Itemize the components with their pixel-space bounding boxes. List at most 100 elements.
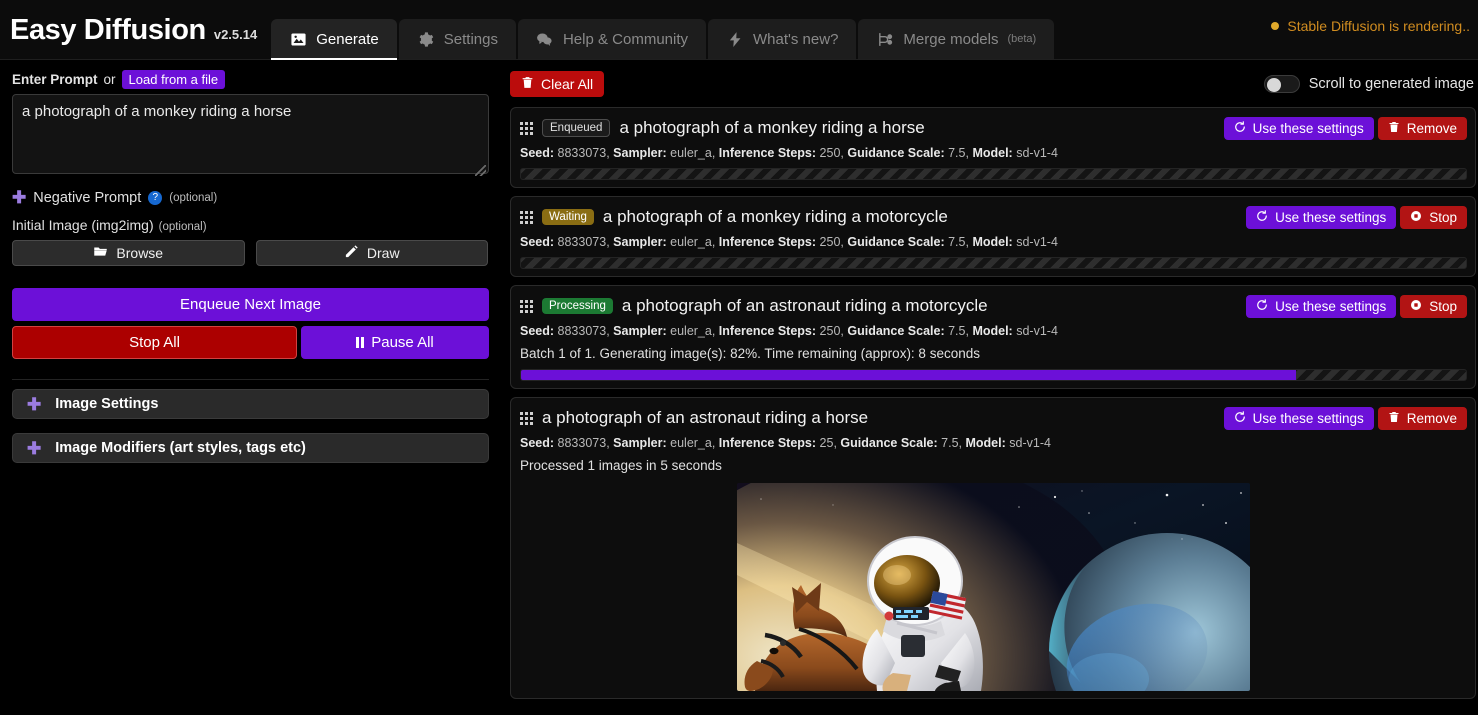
prompt-wrap xyxy=(12,94,489,179)
guidance-value: 7.5 xyxy=(948,235,965,249)
seed-value: 8833073 xyxy=(558,146,607,160)
tab-settings[interactable]: Settings xyxy=(399,19,516,59)
initial-image-optional: (optional) xyxy=(159,221,207,233)
negative-prompt-toggle[interactable]: ✚ Negative Prompt ? (optional) xyxy=(12,189,488,206)
sampler-value: euler_a xyxy=(670,436,712,450)
draw-button[interactable]: Draw xyxy=(256,240,489,266)
tab-merge-models[interactable]: Merge models (beta) xyxy=(858,19,1054,59)
use-these-settings-button[interactable]: Use these settings xyxy=(1224,407,1374,430)
seed-label: Seed: xyxy=(520,324,554,338)
app-version: v2.5.14 xyxy=(214,27,257,42)
bolt-icon xyxy=(726,30,744,48)
guidance-value: 7.5 xyxy=(948,146,965,160)
steps-label: Inference Steps: xyxy=(719,436,816,450)
trash-icon xyxy=(1388,411,1400,426)
app-title: Easy Diffusion xyxy=(10,16,206,45)
prompt-label: Enter Prompt xyxy=(12,72,98,87)
remove-task-button[interactable]: Remove xyxy=(1378,117,1467,140)
task-metadata: Seed: 8833073, Sampler: euler_a, Inferen… xyxy=(520,324,1467,338)
tab-whats-new-label: What's new? xyxy=(753,31,838,48)
model-value: sd-v1-4 xyxy=(1016,324,1058,338)
drag-handle-icon[interactable] xyxy=(520,412,533,425)
initial-image-label: Initial Image (img2img) xyxy=(12,217,154,233)
right-panel: Clear All Scroll to generated image Enqu… xyxy=(500,60,1478,715)
seed-value: 8833073 xyxy=(558,324,607,338)
toggle-knob xyxy=(1267,78,1281,92)
drag-handle-icon[interactable] xyxy=(520,211,533,224)
sampler-label: Sampler: xyxy=(613,436,667,450)
task-prompt-title: a photograph of a monkey riding a motorc… xyxy=(603,207,948,227)
task-progress-text: Batch 1 of 1. Generating image(s): 82%. … xyxy=(520,346,1467,361)
sampler-label: Sampler: xyxy=(613,324,667,338)
stop-pause-row: Stop All Pause All xyxy=(12,326,489,359)
scroll-to-generated-image-toggle[interactable] xyxy=(1264,75,1300,93)
scroll-to-generated-image-label: Scroll to generated image xyxy=(1309,76,1474,92)
use-these-settings-button[interactable]: Use these settings xyxy=(1246,295,1396,318)
task-prompt-title: a photograph of an astronaut riding a ho… xyxy=(542,408,868,428)
model-label: Model: xyxy=(966,436,1006,450)
remove-label: Remove xyxy=(1407,411,1457,426)
model-label: Model: xyxy=(972,235,1012,249)
pause-all-button[interactable]: Pause All xyxy=(301,326,489,359)
accordion-image-modifiers[interactable]: ✚ Image Modifiers (art styles, tags etc) xyxy=(12,433,489,463)
stop-task-button[interactable]: Stop xyxy=(1400,295,1467,318)
task-card: Enqueued a photograph of a monkey riding… xyxy=(510,107,1476,188)
prompt-input[interactable] xyxy=(12,94,489,174)
steps-label: Inference Steps: xyxy=(719,324,816,338)
app-header: Easy Diffusion v2.5.14 Generate Settings… xyxy=(0,0,1478,60)
use-these-settings-button[interactable]: Use these settings xyxy=(1246,206,1396,229)
tab-merge-models-beta: (beta) xyxy=(1007,33,1036,45)
enqueue-next-image-button[interactable]: Enqueue Next Image xyxy=(12,288,489,321)
drag-handle-icon[interactable] xyxy=(520,300,533,313)
tab-whats-new[interactable]: What's new? xyxy=(708,19,856,59)
task-header: a photograph of an astronaut riding a ho… xyxy=(520,406,1467,430)
tab-generate[interactable]: Generate xyxy=(271,19,397,59)
generated-image[interactable] xyxy=(737,483,1250,691)
refresh-icon xyxy=(1234,411,1246,426)
seed-label: Seed: xyxy=(520,146,554,160)
load-from-file-button[interactable]: Load from a file xyxy=(122,70,226,89)
initial-image-buttons: Browse Draw xyxy=(12,240,488,266)
help-icon[interactable]: ? xyxy=(148,191,162,205)
gear-icon xyxy=(417,30,435,48)
task-list: Enqueued a photograph of a monkey riding… xyxy=(510,107,1478,699)
draw-label: Draw xyxy=(367,245,400,261)
refresh-icon xyxy=(1234,121,1246,136)
task-status-badge: Enqueued xyxy=(542,119,610,137)
refresh-icon xyxy=(1256,299,1268,314)
pencil-icon xyxy=(344,244,359,262)
main-tabs: Generate Settings Help & Community What'… xyxy=(271,19,1054,59)
drag-handle-icon[interactable] xyxy=(520,122,533,135)
stop-label: Stop xyxy=(1429,210,1457,225)
use-these-settings-button[interactable]: Use these settings xyxy=(1224,117,1374,140)
accordion-image-settings[interactable]: ✚ Image Settings xyxy=(12,389,489,419)
task-card: Processing a photograph of an astronaut … xyxy=(510,285,1476,389)
steps-value: 25 xyxy=(820,436,834,450)
brand: Easy Diffusion v2.5.14 xyxy=(0,16,271,59)
guidance-label: Guidance Scale: xyxy=(840,436,937,450)
stop-label: Stop xyxy=(1429,299,1457,314)
clear-all-button[interactable]: Clear All xyxy=(510,71,604,97)
use-these-settings-label: Use these settings xyxy=(1275,210,1386,225)
stop-task-button[interactable]: Stop xyxy=(1400,206,1467,229)
accordion-image-modifiers-label: Image Modifiers (art styles, tags etc) xyxy=(55,440,306,456)
guidance-label: Guidance Scale: xyxy=(847,235,944,249)
task-progress-bar xyxy=(520,168,1467,180)
accordion-image-settings-label: Image Settings xyxy=(55,396,158,412)
divider xyxy=(12,379,489,380)
folder-icon xyxy=(93,244,108,262)
browse-button[interactable]: Browse xyxy=(12,240,245,266)
plus-icon: ✚ xyxy=(27,396,41,413)
sampler-value: euler_a xyxy=(670,324,712,338)
stop-icon xyxy=(1410,299,1422,314)
task-header: Processing a photograph of an astronaut … xyxy=(520,294,1467,318)
stop-all-button[interactable]: Stop All xyxy=(12,326,297,359)
tab-help-community-label: Help & Community xyxy=(563,31,688,48)
task-progress-fill xyxy=(521,370,1296,380)
plus-icon: ✚ xyxy=(12,189,26,206)
use-these-settings-label: Use these settings xyxy=(1253,411,1364,426)
remove-task-button[interactable]: Remove xyxy=(1378,407,1467,430)
seed-value: 8833073 xyxy=(558,235,607,249)
tab-help-community[interactable]: Help & Community xyxy=(518,19,706,59)
initial-image-label-row: Initial Image (img2img) (optional) xyxy=(12,217,488,233)
